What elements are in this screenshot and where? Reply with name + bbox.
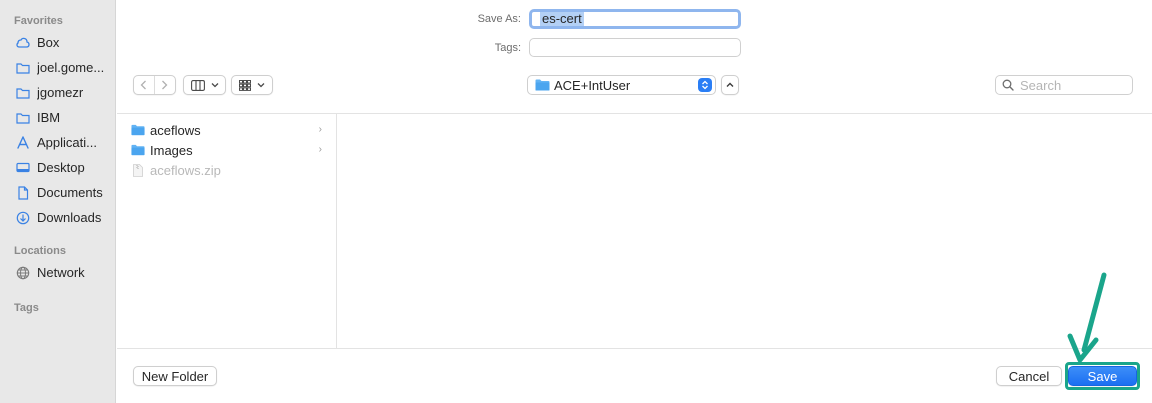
save-as-row: Save As: es-cert: [457, 9, 741, 29]
forward-button[interactable]: [155, 76, 175, 94]
sidebar-section-tags: Tags: [14, 302, 39, 314]
annotation-arrow-icon: [1067, 272, 1107, 363]
chevron-right-icon: ›: [318, 124, 322, 135]
list-item-images[interactable]: Images ›: [117, 140, 336, 160]
chevron-up-icon: [726, 82, 734, 87]
sidebar-item-desktop[interactable]: Desktop: [0, 155, 115, 180]
sidebar-item-network[interactable]: Network: [0, 260, 115, 285]
sidebar-item-documents[interactable]: Documents: [0, 180, 115, 205]
chevron-right-icon: [162, 80, 168, 90]
columns-view-icon: [190, 79, 205, 91]
sidebar-item-label: IBM: [37, 110, 61, 125]
list-item-aceflows[interactable]: aceflows ›: [117, 120, 336, 140]
collapse-button[interactable]: [721, 75, 739, 95]
tags-label: Tags:: [494, 41, 521, 54]
sidebar-item-box[interactable]: Box: [0, 30, 115, 55]
save-as-field[interactable]: es-cert: [529, 9, 741, 29]
chevron-right-icon: ›: [318, 144, 322, 155]
folder-icon: [131, 124, 145, 136]
chevron-down-icon: [211, 83, 218, 88]
save-as-label: Save As:: [477, 13, 521, 25]
applications-icon: [16, 135, 30, 150]
tags-field[interactable]: [529, 38, 741, 57]
file-name: Images: [150, 142, 193, 158]
tags-row: Tags:: [457, 38, 741, 57]
sidebar-item-jgomezr[interactable]: jgomezr: [0, 80, 115, 105]
desktop-icon: [16, 161, 30, 175]
cancel-button[interactable]: Cancel: [996, 366, 1062, 386]
sidebar-item-label: Downloads: [37, 210, 102, 225]
save-as-value: es-cert: [540, 11, 584, 26]
folder-icon: [16, 111, 30, 125]
file-name: aceflows.zip: [150, 162, 221, 178]
file-name: aceflows: [150, 122, 201, 138]
grid-icon: [239, 79, 251, 91]
list-item-aceflows-zip: aceflows.zip: [117, 160, 336, 180]
group-by-button[interactable]: [231, 75, 273, 95]
file-column: aceflows › Images › aceflows.zip: [117, 114, 337, 349]
back-forward-control: [133, 75, 176, 95]
main-panel: Save As: es-cert Tags: ACE+IntUser Searc…: [117, 0, 1152, 403]
view-mode-button[interactable]: [183, 75, 226, 95]
search-icon: [1002, 79, 1014, 91]
file-browser: aceflows › Images › aceflows.zip: [117, 113, 1152, 349]
sidebar-item-label: Box: [37, 35, 60, 50]
search-input[interactable]: [1020, 77, 1125, 93]
download-icon: [16, 211, 30, 225]
sidebar-item-label: Applicati...: [37, 135, 97, 150]
annotation-highlight: [1065, 362, 1140, 390]
sidebar-item-joel[interactable]: joel.gome...: [0, 55, 115, 80]
folder-icon: [16, 86, 30, 100]
globe-icon: [16, 266, 30, 280]
sidebar-item-label: Documents: [37, 185, 103, 200]
chevron-down-icon: [257, 83, 265, 88]
sidebar-item-ibm[interactable]: IBM: [0, 105, 115, 130]
folder-icon: [131, 144, 145, 156]
sidebar-section-favorites: Favorites: [14, 15, 63, 27]
sidebar: Favorites Box joel.gome... jgomezr IBM A…: [0, 0, 116, 403]
location-popup[interactable]: ACE+IntUser: [527, 75, 716, 95]
location-label: ACE+IntUser: [554, 77, 631, 93]
back-button[interactable]: [134, 76, 155, 94]
sidebar-item-label: joel.gome...: [37, 60, 105, 75]
sidebar-item-label: Desktop: [37, 160, 85, 175]
folder-icon: [535, 79, 550, 91]
sidebar-item-downloads[interactable]: Downloads: [0, 205, 115, 230]
up-down-chevron-icon: [698, 78, 712, 92]
cloud-icon: [16, 36, 30, 50]
zip-file-icon: [131, 163, 145, 177]
folder-icon: [16, 61, 30, 75]
sidebar-section-locations: Locations: [14, 245, 66, 257]
search-field[interactable]: [995, 75, 1133, 95]
sidebar-item-label: jgomezr: [37, 85, 84, 100]
new-folder-button[interactable]: New Folder: [133, 366, 217, 386]
chevron-left-icon: [140, 80, 147, 90]
sidebar-item-label: Network: [37, 265, 85, 280]
document-icon: [16, 185, 30, 200]
sidebar-item-applications[interactable]: Applicati...: [0, 130, 115, 155]
